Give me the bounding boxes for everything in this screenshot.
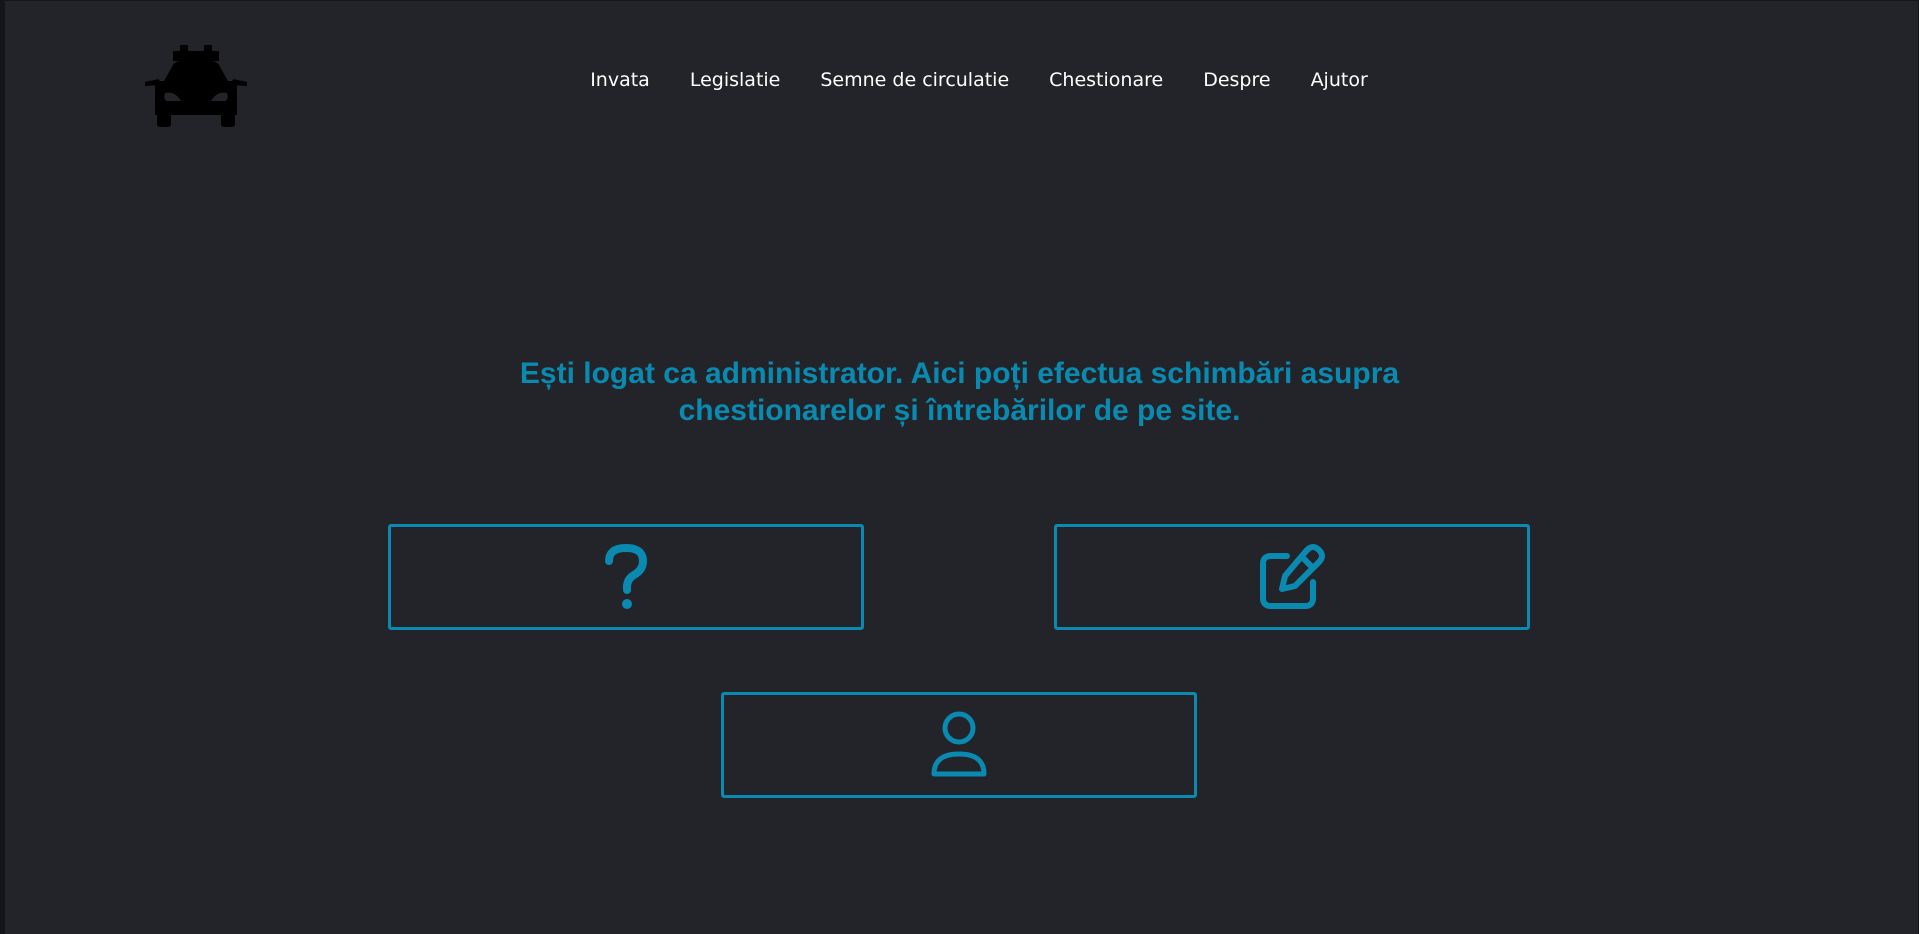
manage-questions-button[interactable] [388,524,864,630]
nav-despre[interactable]: Despre [1203,64,1270,96]
headline-line-1: Ești logat ca administrator. Aici poți e… [519,357,1400,390]
nav-semne-de-circulatie[interactable]: Semne de circulatie [820,64,1009,96]
edit-icon [1257,542,1327,612]
nav-ajutor[interactable]: Ajutor [1311,64,1368,96]
edit-quizzes-button[interactable] [1054,524,1530,630]
nav-chestionare[interactable]: Chestionare [1049,64,1163,96]
user-icon [928,710,990,780]
nav-invata[interactable]: Invata [590,64,650,96]
manage-users-button[interactable] [721,692,1197,798]
headline-line-2: chestionarelor și întrebărilor de pe sit… [678,394,1241,427]
main-nav: Invata Legislatie Semne de circulatie Ch… [0,64,1919,96]
nav-legislatie[interactable]: Legislatie [690,64,781,96]
question-mark-icon [603,544,649,610]
admin-headline: Ești logat ca administrator. Aici poți e… [0,355,1919,429]
